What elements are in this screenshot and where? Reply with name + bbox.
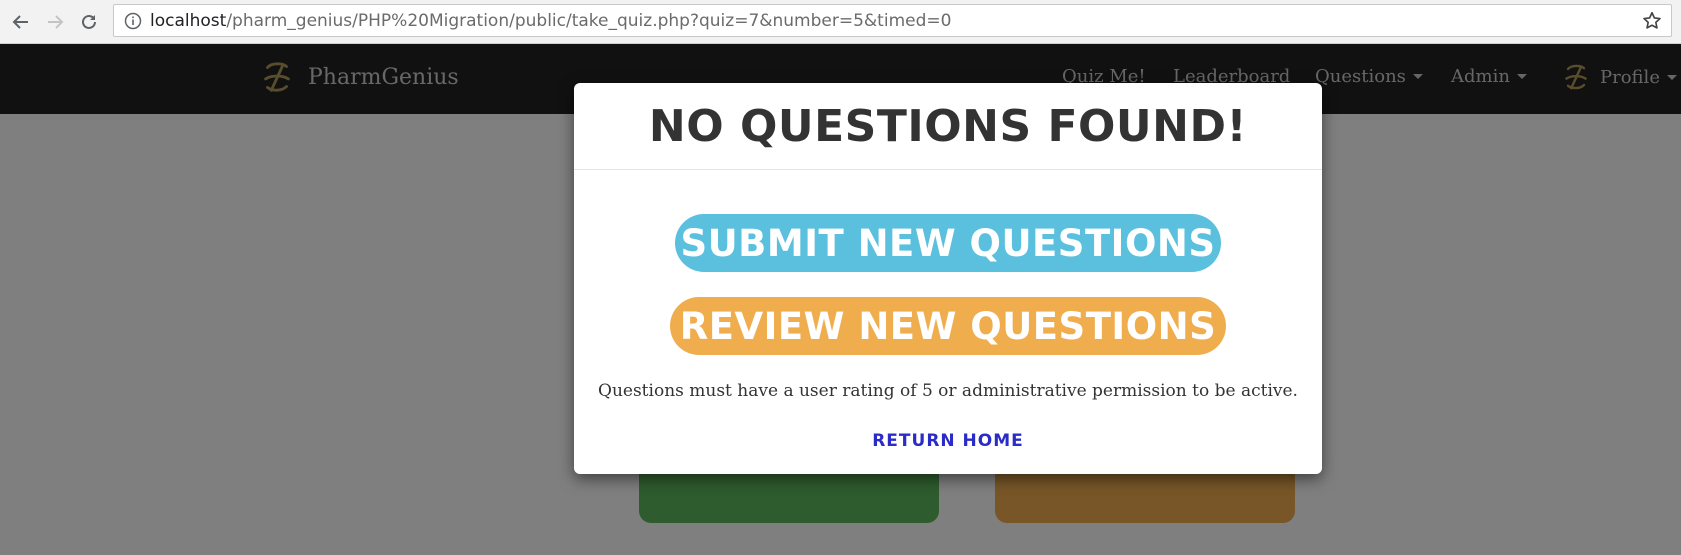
no-questions-modal: NO QUESTIONS FOUND! SUBMIT NEW QUESTIONS… — [574, 83, 1322, 474]
back-button[interactable] — [8, 9, 34, 35]
reload-button[interactable] — [76, 9, 102, 35]
arrow-right-icon — [48, 14, 64, 29]
info-icon[interactable] — [124, 12, 142, 30]
browser-toolbar: localhost/pharm_genius/PHP%20Migration/p… — [0, 0, 1681, 44]
modal-header: NO QUESTIONS FOUND! — [574, 83, 1322, 170]
reload-icon — [82, 14, 96, 29]
forward-button[interactable] — [42, 9, 68, 35]
review-new-questions-button[interactable]: REVIEW NEW QUESTIONS — [670, 297, 1226, 355]
return-home-link[interactable]: RETURN HOME — [574, 431, 1322, 451]
url-path: /pharm_genius/PHP%20Migration/public/tak… — [226, 10, 952, 31]
star-icon[interactable] — [1641, 10, 1663, 32]
modal-title: NO QUESTIONS FOUND! — [648, 100, 1248, 152]
arrow-left-icon — [12, 14, 28, 29]
address-bar[interactable]: localhost/pharm_genius/PHP%20Migration/p… — [113, 4, 1672, 37]
modal-note: Questions must have a user rating of 5 o… — [598, 381, 1298, 401]
url-host: localhost — [150, 10, 227, 31]
submit-new-questions-button[interactable]: SUBMIT NEW QUESTIONS — [675, 214, 1221, 272]
